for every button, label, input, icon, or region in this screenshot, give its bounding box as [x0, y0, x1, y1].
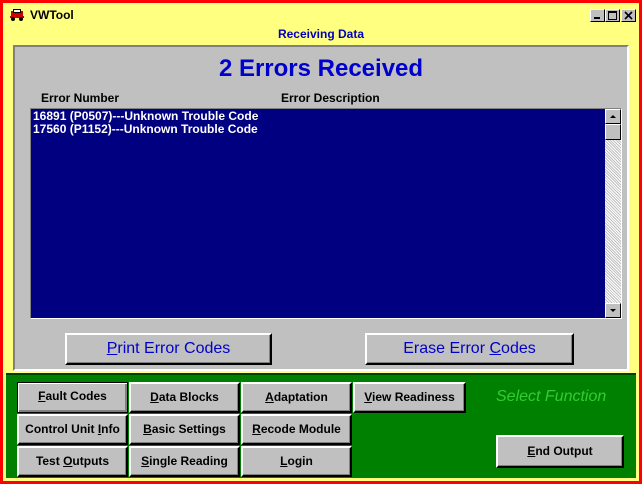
- errors-title: 2 Errors Received: [218, 55, 424, 82]
- button-label: ogin: [287, 454, 313, 468]
- vertical-scrollbar[interactable]: [605, 109, 621, 318]
- button-label: odes: [501, 340, 536, 357]
- button-label: daptation: [273, 390, 328, 404]
- button-label: ata Blocks: [158, 390, 219, 404]
- title-bar[interactable]: VWTool: [6, 6, 636, 25]
- status-subtitle: Receiving Data: [277, 27, 365, 41]
- button-accelerator-key: A: [265, 390, 274, 404]
- erase-error-codes-button[interactable]: Erase Error Codes: [365, 333, 574, 365]
- button-accelerator-key: B: [143, 422, 152, 436]
- button-label: ault Codes: [45, 389, 107, 403]
- basic-settings-button[interactable]: Basic Settings: [129, 414, 240, 445]
- select-function-label: Select Function: [496, 388, 607, 405]
- car-icon: [10, 9, 24, 21]
- test-outputs-button[interactable]: Test Outputs: [17, 446, 128, 477]
- button-label: Erase Error: [403, 340, 490, 357]
- function-panel: Fault Codes Data Blocks Adaptation View …: [6, 373, 636, 478]
- minimize-icon: [594, 17, 600, 19]
- minimize-button[interactable]: [590, 9, 605, 22]
- button-label: ecode Module: [260, 422, 341, 436]
- single-reading-button[interactable]: Single Reading: [129, 446, 240, 477]
- column-header-error-number: Error Number: [41, 91, 120, 105]
- button-label: ingle Reading: [149, 454, 228, 468]
- login-button[interactable]: Login: [241, 446, 352, 477]
- control-unit-info-button[interactable]: Control Unit Info: [17, 414, 128, 445]
- maximize-button[interactable]: [605, 9, 620, 22]
- column-header-error-description: Error Description: [281, 91, 380, 105]
- button-label: nd Output: [535, 444, 593, 458]
- end-output-button[interactable]: End Output: [496, 435, 624, 468]
- button-accelerator-key: R: [252, 422, 261, 436]
- button-label: asic Settings: [151, 422, 226, 436]
- window-title: VWTool: [30, 8, 74, 22]
- button-accelerator-key: D: [150, 390, 159, 404]
- scroll-thumb[interactable]: [605, 124, 621, 140]
- error-row[interactable]: 17560 (P1152)---Unknown Trouble Code: [33, 123, 603, 136]
- data-blocks-button[interactable]: Data Blocks: [129, 382, 240, 413]
- maximize-icon: [608, 11, 617, 20]
- error-list-rows: 16891 (P0507)---Unknown Trouble Code 175…: [33, 110, 603, 136]
- button-accelerator-key: O: [63, 454, 73, 468]
- button-label: rint Error Codes: [117, 340, 231, 357]
- close-icon: [624, 11, 633, 20]
- button-label: utputs: [72, 454, 110, 468]
- button-label: nfo: [101, 422, 120, 436]
- view-readiness-button[interactable]: View Readiness: [353, 382, 466, 413]
- button-accelerator-key: F: [38, 389, 46, 403]
- errors-panel: 2 Errors Received Error Number Error Des…: [13, 45, 629, 371]
- error-list[interactable]: 16891 (P0507)---Unknown Trouble Code 175…: [30, 108, 622, 319]
- button-label: Control Unit: [25, 422, 98, 436]
- adaptation-button[interactable]: Adaptation: [241, 382, 352, 413]
- print-error-codes-button[interactable]: Print Error Codes: [65, 333, 272, 365]
- button-accelerator-key: V: [364, 390, 373, 404]
- recode-module-button[interactable]: Recode Module: [241, 414, 352, 445]
- scroll-up-button[interactable]: [605, 109, 621, 124]
- arrow-up-icon: [610, 115, 616, 118]
- arrow-down-icon: [610, 309, 616, 312]
- button-label: iew Readiness: [372, 390, 455, 404]
- close-button[interactable]: [621, 9, 636, 22]
- button-accelerator-key: S: [141, 454, 150, 468]
- receiving-area: Receiving Data 2 Errors Received Error N…: [6, 25, 636, 373]
- fault-codes-button[interactable]: Fault Codes: [17, 382, 128, 413]
- button-label: Test: [35, 454, 64, 468]
- button-accelerator-key: P: [106, 340, 118, 357]
- scroll-down-button[interactable]: [605, 303, 621, 318]
- button-accelerator-key: L: [280, 454, 288, 468]
- app-window: VWTool Receiving Data 2 Errors Received …: [0, 0, 642, 484]
- button-accelerator-key: C: [489, 340, 502, 357]
